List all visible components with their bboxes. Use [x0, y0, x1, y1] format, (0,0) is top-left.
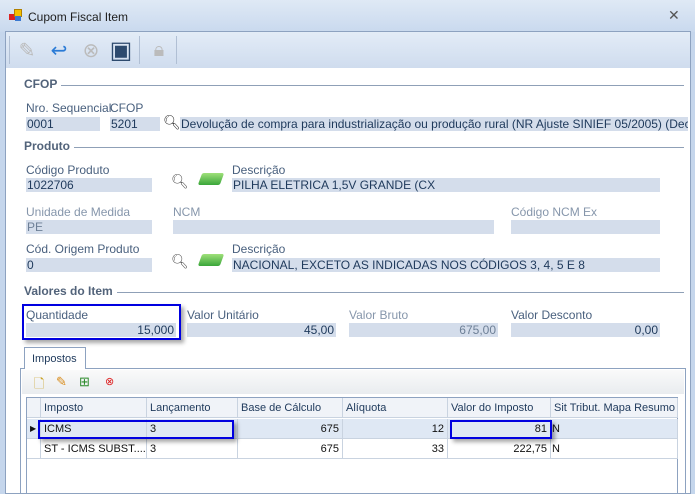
cell-lancamento[interactable]: 3 [147, 439, 238, 459]
origem-field[interactable]: 0 [26, 258, 152, 272]
eraser-icon[interactable] [197, 173, 225, 185]
descricao-label: Descrição [232, 163, 286, 177]
bruto-label: Valor Bruto [349, 308, 409, 322]
cell-aliquota[interactable]: 12 [343, 419, 448, 439]
row-header-corner [27, 398, 41, 418]
cell-base[interactable]: 675 [238, 439, 343, 459]
cell-aliquota[interactable]: 33 [343, 439, 448, 459]
title-bar: Cupom Fiscal Item ✕ [0, 0, 695, 32]
highlight-box [450, 420, 552, 439]
grid-toolbar: 🗋 ✎ ⊞ ⊗ [22, 370, 684, 394]
ncm-ex-field [511, 220, 660, 234]
section-cfop: CFOP [24, 77, 62, 91]
cell-sit[interactable]: N [551, 419, 678, 439]
unidade-field: PE [26, 220, 152, 234]
toolbar: ✎ ↩ ⊗ ▣ 🔒︎ [6, 32, 690, 68]
bruto-field: 675,00 [349, 323, 498, 337]
tab-impostos[interactable]: Impostos [24, 347, 86, 369]
edit-icon[interactable]: ✎ [12, 35, 42, 65]
unidade-label: Unidade de Medida [26, 205, 131, 219]
column-header[interactable]: Base de Cálculo [238, 398, 343, 418]
ncm-field [173, 220, 494, 234]
cell-sit[interactable]: N [551, 439, 678, 459]
save-icon[interactable]: ▣ [106, 35, 136, 65]
search-icon[interactable]: 🔍︎ [163, 114, 181, 131]
cancel-icon[interactable]: ⊗ [76, 35, 106, 65]
undo-icon[interactable]: ↩ [44, 35, 74, 65]
cell-imposto[interactable]: ST - ICMS SUBST.... [41, 439, 147, 459]
section-produto: Produto [24, 139, 74, 153]
eraser-icon[interactable] [197, 254, 225, 266]
descricao-field: PILHA ELETRICA 1,5V GRANDE (CX [232, 178, 660, 192]
origem-desc-field: NACIONAL, EXCETO AS INDICADAS NOS CÓDIGO… [232, 258, 660, 272]
column-header[interactable]: Imposto [41, 398, 147, 418]
desconto-label: Valor Desconto [511, 308, 593, 322]
lock-icon[interactable]: 🔒︎ [144, 35, 174, 65]
unitario-label: Valor Unitário [187, 308, 259, 322]
window-title: Cupom Fiscal Item [28, 10, 129, 24]
app-icon [9, 9, 22, 22]
delete-icon[interactable]: ⊗ [105, 375, 114, 388]
seq-label: Nro. Sequencial [26, 101, 112, 115]
highlight-box [38, 420, 234, 439]
column-header[interactable]: Alíquota [343, 398, 448, 418]
divider [24, 292, 684, 293]
origem-label: Cód. Origem Produto [26, 242, 140, 256]
column-header[interactable]: Lançamento [147, 398, 238, 418]
ncm-ex-label: Código NCM Ex [511, 205, 598, 219]
impostos-grid: Imposto Lançamento Base de Cálculo Alíqu… [26, 397, 678, 494]
origem-desc-label: Descrição [232, 242, 286, 256]
cfop-description: Devolução de compra para industrializaçã… [180, 117, 688, 131]
unitario-field[interactable]: 45,00 [187, 323, 336, 337]
section-valores: Valores do Item [24, 284, 117, 298]
add-row-icon[interactable]: ⊞ [79, 374, 90, 390]
ncm-label: NCM [173, 205, 201, 219]
cell-valor[interactable]: 222,75 [448, 439, 551, 459]
search-icon[interactable]: 🔍︎ [171, 173, 189, 190]
codigo-field[interactable]: 1022706 [26, 178, 152, 192]
divider [24, 147, 684, 148]
seq-field[interactable]: 0001 [26, 117, 100, 131]
highlight-box [22, 304, 181, 340]
edit-icon[interactable]: ✎ [56, 374, 67, 390]
cell-base[interactable]: 675 [238, 419, 343, 439]
column-header[interactable]: Sit Tribut. Mapa Resumo [551, 398, 678, 418]
column-header[interactable]: Valor do Imposto [448, 398, 551, 418]
row-header [27, 439, 41, 459]
divider [24, 85, 684, 86]
search-icon[interactable]: 🔍︎ [171, 253, 189, 270]
new-icon[interactable]: 🗋 [34, 375, 44, 397]
close-button[interactable]: ✕ [668, 7, 680, 24]
codigo-label: Código Produto [26, 163, 110, 177]
desconto-field[interactable]: 0,00 [511, 323, 660, 337]
cfop-label: CFOP [110, 101, 144, 115]
cfop-field[interactable]: 5201 [110, 117, 160, 131]
